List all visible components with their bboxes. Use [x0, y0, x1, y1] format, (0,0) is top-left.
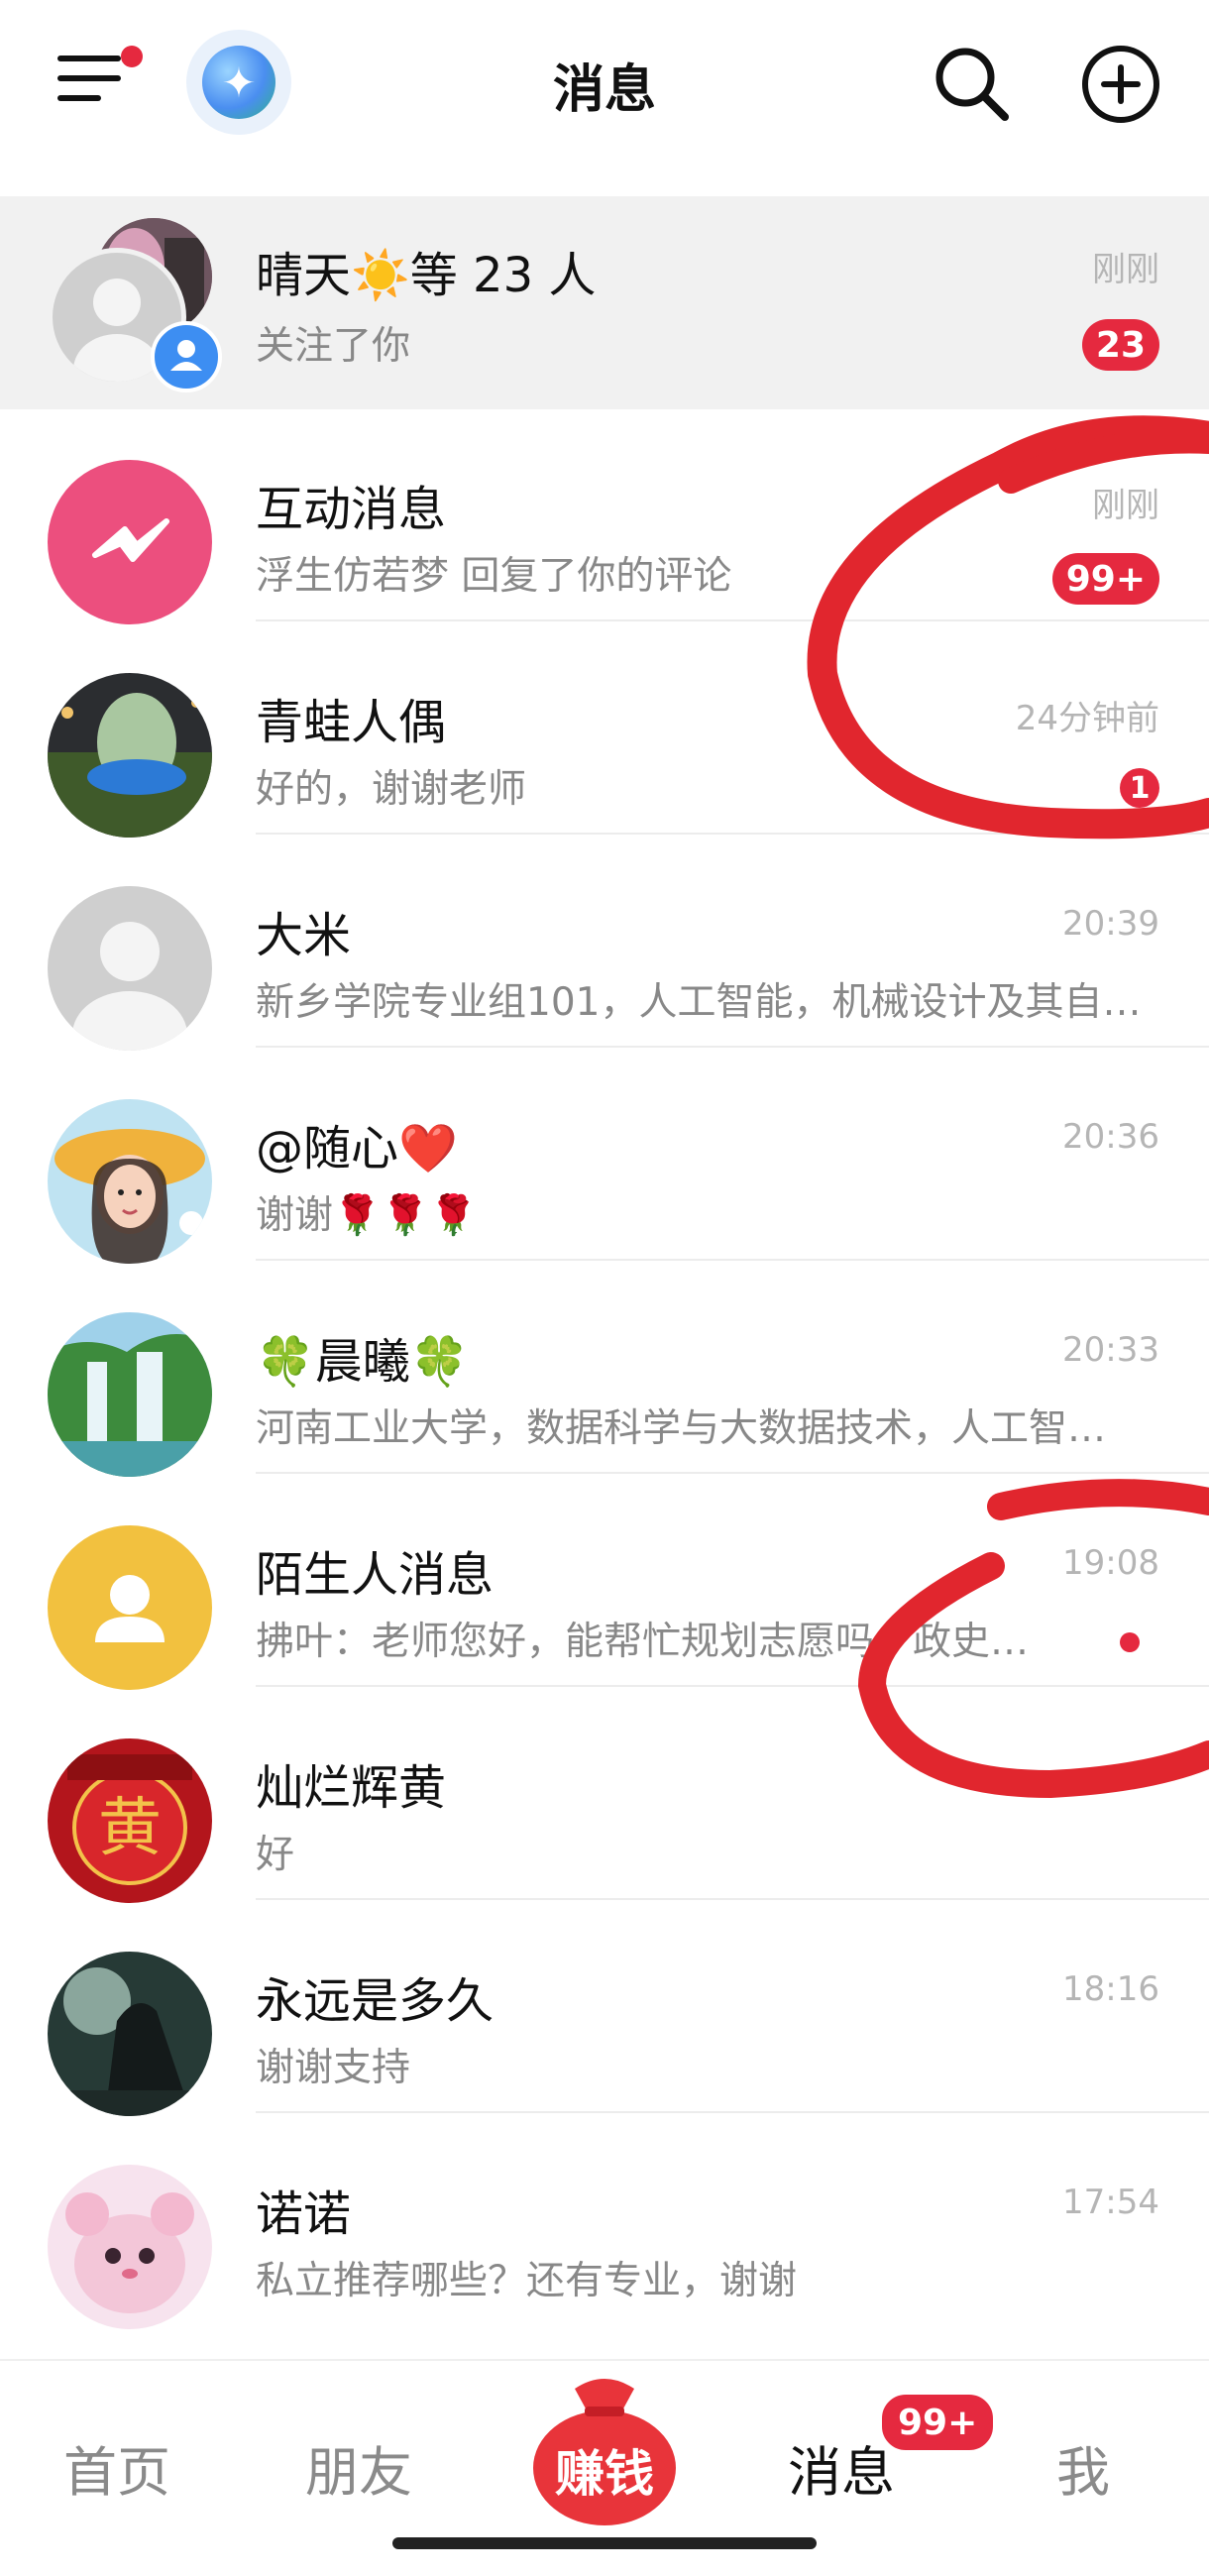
timestamp: 刚刚 [1092, 486, 1159, 525]
list-item-chat[interactable]: 诺诺 私立推荐哪些？还有专业，谢谢 17:54 [0, 2113, 1209, 2329]
tab-earn[interactable]: 赚钱 [531, 2369, 678, 2527]
contact-name: 永远是多久 [256, 1973, 495, 2029]
message-preview: 私立推荐哪些？还有专业，谢谢 [256, 2259, 798, 2303]
avatar [48, 2165, 212, 2329]
search-icon[interactable] [930, 42, 1015, 127]
contact-name: 诺诺 [256, 2186, 352, 2242]
contact-name: 晴天☀️等 23 人 [256, 248, 597, 303]
message-preview: 拂叶：老师您好，能帮忙规划志愿吗，政史… [256, 1620, 1030, 1664]
timestamp: 19:08 [1062, 1543, 1159, 1583]
earn-label: 赚钱 [555, 2445, 654, 2503]
svg-text:黄: 黄 [98, 1792, 162, 1865]
list-item-followers[interactable]: 晴天☀️等 23 人 关注了你 刚刚 23 [0, 196, 1209, 409]
contact-name: 互动消息 [256, 482, 447, 537]
unread-badge: 1 [1120, 768, 1159, 808]
timestamp: 20:33 [1062, 1330, 1159, 1370]
list-item-chat[interactable]: 大米 新乡学院专业组101，人工智能，机械设计及其自… 20:39 [0, 835, 1209, 1051]
timestamp: 20:36 [1062, 1117, 1159, 1157]
message-preview: 新乡学院专业组101，人工智能，机械设计及其自… [256, 980, 1142, 1025]
unread-badge: 23 [1081, 319, 1159, 371]
timestamp: 18:16 [1062, 1969, 1159, 2009]
timestamp: 17:54 [1062, 2183, 1159, 2222]
contact-name: 青蛙人偶 [256, 695, 447, 750]
unread-badge: 99+ [1051, 553, 1159, 605]
timestamp: 20:39 [1062, 904, 1159, 944]
list-item-strangers[interactable]: 陌生人消息 拂叶：老师您好，能帮忙规划志愿吗，政史… 19:08 [0, 1474, 1209, 1690]
list-item-chat[interactable]: @随心❤️ 谢谢🌹🌹🌹 20:36 [0, 1048, 1209, 1264]
contact-name: @随心❤️ [256, 1121, 458, 1176]
message-preview: 浮生仿若梦 回复了你的评论 [256, 554, 732, 599]
page-title: 消息 [552, 60, 656, 120]
avatar [48, 886, 212, 1051]
avatar [48, 1099, 212, 1264]
message-preview: 谢谢支持 [256, 2046, 411, 2090]
list-item-chat[interactable]: 青蛙人偶 好的，谢谢老师 24分钟前 1 [0, 621, 1209, 838]
top-bar: ✦ 消息 [0, 0, 1209, 196]
person-icon [48, 1525, 212, 1690]
list-item-chat[interactable]: 黄 灿烂辉黄 好 [0, 1687, 1209, 1903]
timestamp: 24分钟前 [1015, 699, 1159, 738]
tab-messages[interactable]: 消息 [788, 2428, 895, 2507]
list-item-interactions[interactable]: 互动消息 浮生仿若梦 回复了你的评论 刚刚 99+ [0, 408, 1209, 624]
plus-circle-icon[interactable] [1078, 42, 1163, 127]
tab-unread-badge: 99+ [878, 2391, 998, 2454]
message-preview: 好的，谢谢老师 [256, 767, 527, 812]
contact-name: 陌生人消息 [256, 1547, 495, 1603]
lightning-icon [48, 460, 212, 624]
avatar: 黄 [48, 1738, 212, 1903]
contact-name: 🍀晨曦🍀 [256, 1334, 470, 1390]
home-indicator [392, 2537, 817, 2549]
avatar [48, 1312, 212, 1477]
message-preview: 好 [256, 1833, 295, 1877]
message-preview: 谢谢🌹🌹🌹 [256, 1193, 478, 1238]
tab-me[interactable]: 我 [1056, 2428, 1110, 2507]
unread-dot [1120, 1632, 1140, 1652]
tab-friends[interactable]: 朋友 [305, 2428, 412, 2507]
avatar [48, 673, 212, 838]
list-item-chat[interactable]: 🍀晨曦🍀 河南工业大学，数据科学与大数据技术，人工智… 20:33 [0, 1261, 1209, 1477]
contact-name: 大米 [256, 908, 352, 963]
avatar [48, 1952, 212, 2116]
message-preview: 河南工业大学，数据科学与大数据技术，人工智… [256, 1406, 1107, 1451]
list-item-chat[interactable]: 永远是多久 谢谢支持 18:16 [0, 1900, 1209, 2116]
message-preview: 关注了你 [256, 324, 411, 369]
user-follow-icon [151, 321, 222, 392]
contact-name: 灿烂辉黄 [256, 1760, 447, 1816]
tab-home[interactable]: 首页 [63, 2428, 170, 2507]
timestamp: 刚刚 [1092, 250, 1159, 289]
